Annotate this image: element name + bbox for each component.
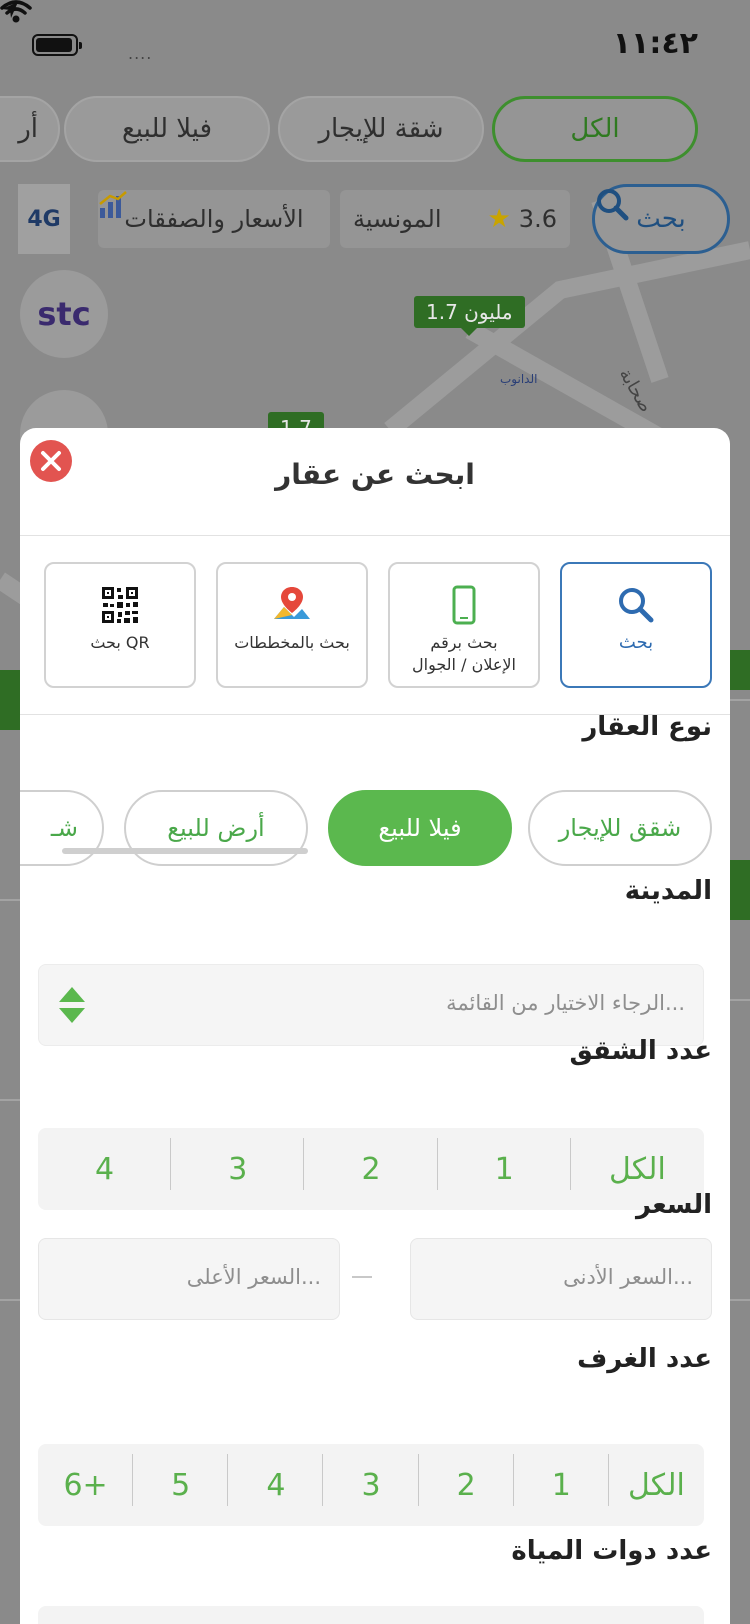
type-villa-sale[interactable]: فيلا للبيع	[328, 790, 512, 866]
apartments-option[interactable]: الكل	[571, 1152, 704, 1187]
chip-villa-sale[interactable]: فيلا للبيع	[64, 96, 270, 162]
search-icon	[597, 189, 629, 221]
search-property-modal: ابحث عن عقار بحث بحث برقم الإعلان / الجو…	[20, 428, 730, 1624]
apartments-option[interactable]: 3	[171, 1137, 305, 1190]
search-label: بحث	[636, 204, 686, 234]
location-arrow-icon	[2, 2, 18, 18]
type-land-sale[interactable]: أرض للبيع	[124, 790, 308, 866]
mode-label: بحث QR	[90, 633, 150, 652]
mode-search-by-ad-number[interactable]: بحث برقم الإعلان / الجوال	[388, 562, 540, 688]
mode-search-qr[interactable]: بحث QR	[44, 562, 196, 688]
apartments-option[interactable]: 2	[304, 1137, 438, 1190]
chip-apartment-rent[interactable]: شقة للإيجار	[278, 96, 484, 162]
map-side-tag[interactable]	[730, 860, 750, 920]
chip-all[interactable]: الكل	[492, 96, 698, 162]
min-price-input[interactable]: السعر الأدنى...	[410, 1238, 712, 1320]
phone-icon	[452, 585, 476, 625]
city-select[interactable]: الرجاء الاختيار من القائمة...	[38, 964, 704, 1046]
rooms-option[interactable]: 3	[323, 1453, 419, 1506]
chip-land[interactable]: أر	[0, 96, 60, 162]
type-apartments-rent[interactable]: شقق للإيجار	[528, 790, 712, 866]
type-label: شقق للإيجار	[558, 814, 682, 842]
type-label: أرض للبيع	[167, 814, 265, 842]
stc-logo-button[interactable]: stc	[20, 270, 108, 358]
rooms-option[interactable]: الكل	[609, 1468, 704, 1503]
chip-label: الكل	[570, 114, 620, 144]
city-label: المدينة	[624, 876, 712, 906]
type-label: شـ	[50, 814, 78, 842]
search-icon	[619, 588, 654, 623]
apartments-option[interactable]: 1	[438, 1137, 572, 1190]
city-placeholder: الرجاء الاختيار من القائمة...	[446, 991, 685, 1015]
status-bar: .... ١١:٤٢	[0, 0, 750, 90]
map-price-tag[interactable]: 1.7 مليون	[414, 296, 525, 336]
bar-chart-icon	[99, 191, 127, 218]
type-scroll-indicator[interactable]	[62, 848, 308, 854]
chip-label: أر	[18, 114, 38, 144]
min-price-placeholder: السعر الأدنى...	[563, 1265, 693, 1289]
mode-search-by-plans[interactable]: بحث بالمخططات	[216, 562, 368, 688]
apartments-count-label: عدد الشقق	[569, 1036, 712, 1066]
mode-search[interactable]: بحث	[560, 562, 712, 688]
chip-label: شقة للإيجار	[318, 114, 444, 144]
type-more[interactable]: شـ	[20, 790, 104, 866]
chevron-up-down-icon	[59, 987, 85, 1023]
top-category-chips: الكل شقة للإيجار فيلا للبيع أر	[0, 96, 750, 166]
mode-label: بحث بالمخططات	[234, 633, 350, 652]
qr-code-icon	[102, 587, 138, 623]
district-rating-value: 3.6	[518, 205, 557, 233]
map-side-tag[interactable]	[730, 650, 750, 690]
district-rating[interactable]: المونسية ★ 3.6	[340, 190, 570, 248]
apartments-count-selector: الكل 1 2 3 4	[38, 1128, 704, 1210]
mode-label: بحث برقم الإعلان / الجوال	[412, 633, 516, 674]
chip-label: فيلا للبيع	[121, 114, 213, 144]
price-range-dash	[352, 1276, 372, 1278]
bathrooms-count-label: عدد دوات المياة	[511, 1536, 712, 1566]
max-price-input[interactable]: السعر الأعلى...	[38, 1238, 340, 1320]
max-price-placeholder: السعر الأعلى...	[186, 1265, 321, 1289]
network-4g-badge[interactable]: 4G	[18, 184, 70, 254]
rooms-option[interactable]: 4	[228, 1453, 324, 1506]
property-type-label: نوع العقار	[582, 712, 712, 742]
map-pin-icon	[274, 587, 310, 619]
modal-title: ابحث عن عقار	[275, 458, 475, 491]
rooms-count-label: عدد الغرف	[577, 1344, 712, 1374]
mode-label: بحث	[618, 632, 654, 653]
battery-icon	[32, 34, 82, 56]
rooms-count-selector: الكل 1 2 3 4 5 6+	[38, 1444, 704, 1526]
poi-label: الدانوب	[500, 372, 538, 386]
prices-deals-button[interactable]: الأسعار والصفقات	[98, 190, 330, 248]
star-icon: ★	[487, 204, 511, 234]
map-side-tag[interactable]	[0, 670, 20, 730]
map-search-bar: بحث المونسية ★ 3.6 الأسعار والصفقات 4G	[18, 184, 730, 256]
bathrooms-count-selector[interactable]	[38, 1606, 704, 1624]
title-divider	[20, 535, 730, 536]
status-time: ١١:٤٢	[612, 26, 698, 61]
apartments-option[interactable]: 4	[38, 1137, 172, 1190]
rooms-option[interactable]: 5	[133, 1453, 229, 1506]
type-label: فيلا للبيع	[378, 814, 462, 842]
rooms-option[interactable]: 2	[419, 1453, 514, 1506]
rooms-option[interactable]: 6+	[38, 1453, 134, 1506]
rooms-option[interactable]: 1	[514, 1453, 610, 1506]
map-search-button[interactable]: بحث	[592, 184, 730, 254]
prices-deals-label: الأسعار والصفقات	[124, 205, 304, 233]
price-label: السعر	[636, 1190, 712, 1220]
district-name: المونسية	[353, 205, 442, 233]
signal-strength: ....	[128, 44, 153, 63]
